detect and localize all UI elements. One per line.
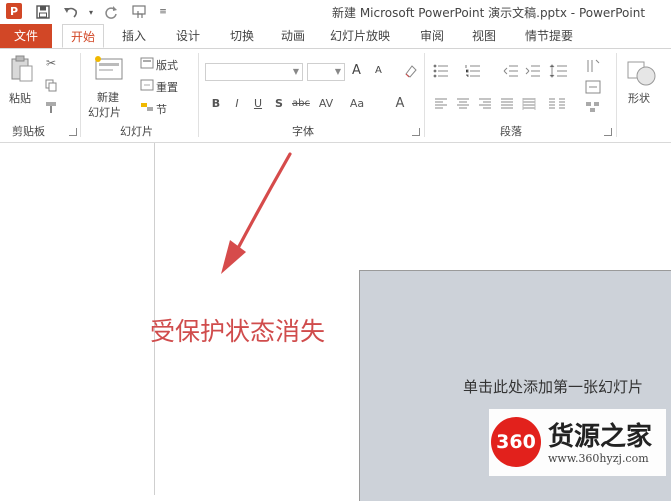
chevron-down-icon: ▼ xyxy=(334,67,341,76)
divider xyxy=(616,53,617,137)
text-direction-icon[interactable] xyxy=(584,57,602,75)
save-icon[interactable] xyxy=(34,3,52,21)
strikethrough-button[interactable]: abc xyxy=(290,96,312,112)
smartart-icon[interactable] xyxy=(584,99,602,115)
divider xyxy=(424,53,425,137)
bullets-icon[interactable] xyxy=(432,63,454,79)
slide-thumbnail-pane[interactable] xyxy=(0,143,155,495)
distributed-icon[interactable] xyxy=(520,96,538,112)
font-size-combo[interactable]: ▼ xyxy=(307,63,345,81)
tab-animations[interactable]: 动画 xyxy=(274,24,312,48)
bold-button[interactable]: B xyxy=(208,96,224,112)
align-left-icon[interactable] xyxy=(432,96,450,112)
tab-design[interactable]: 设计 xyxy=(166,24,210,48)
divider xyxy=(198,53,199,137)
font-color-button[interactable]: A xyxy=(392,96,408,112)
reset-button[interactable]: 重置 xyxy=(156,79,178,95)
redo-icon[interactable] xyxy=(102,3,120,21)
numbering-icon[interactable] xyxy=(464,63,486,79)
watermark-site-name: 货源之家 xyxy=(548,422,653,452)
customize-quick-access-icon[interactable]: ≡ xyxy=(154,3,172,21)
add-first-slide-prompt[interactable]: 单击此处添加第一张幻灯片 xyxy=(463,376,643,397)
justify-icon[interactable] xyxy=(498,96,516,112)
align-right-icon[interactable] xyxy=(476,96,494,112)
paste-icon[interactable] xyxy=(8,55,36,83)
change-case-button[interactable]: Aa xyxy=(346,96,368,112)
new-slide-dropdown-label[interactable]: 幻灯片 xyxy=(88,104,121,120)
touch-mode-icon[interactable] xyxy=(130,3,148,21)
watermark-url: www.360hyzj.com xyxy=(548,452,649,465)
tab-transitions[interactable]: 切换 xyxy=(220,24,264,48)
divider xyxy=(80,53,81,137)
tab-slideshow[interactable]: 幻灯片放映 xyxy=(322,24,398,48)
section-button[interactable]: 节 xyxy=(156,101,167,117)
title-bar: P ▾ ≡ 新建 Microsoft PowerPoint 演示文稿.pptx … xyxy=(0,0,671,24)
tab-review[interactable]: 审阅 xyxy=(410,24,454,48)
line-spacing-icon[interactable] xyxy=(548,63,570,79)
new-slide-label[interactable]: 新建 xyxy=(97,89,119,105)
layout-icon[interactable] xyxy=(140,57,154,69)
copy-icon[interactable] xyxy=(43,77,59,93)
annotation-arrow xyxy=(221,152,292,274)
clipboard-launcher-icon[interactable] xyxy=(69,128,77,136)
tab-home[interactable]: 开始 xyxy=(62,24,104,48)
font-launcher-icon[interactable] xyxy=(412,128,420,136)
paragraph-launcher-icon[interactable] xyxy=(604,128,612,136)
reset-icon[interactable] xyxy=(140,79,154,91)
undo-icon[interactable] xyxy=(62,3,80,21)
shapes-icon[interactable] xyxy=(624,55,658,89)
align-text-icon[interactable] xyxy=(584,79,602,95)
site-watermark: 360 货源之家 www.360hyzj.com xyxy=(489,409,666,476)
group-font-label: 字体 xyxy=(292,125,314,138)
format-painter-icon[interactable] xyxy=(43,99,59,115)
window-title: 新建 Microsoft PowerPoint 演示文稿.pptx - Powe… xyxy=(332,6,646,20)
tab-storyboard[interactable]: 情节提要 xyxy=(516,24,582,48)
tab-view[interactable]: 视图 xyxy=(462,24,506,48)
undo-dropdown-icon[interactable]: ▾ xyxy=(82,3,100,21)
grow-font-button[interactable]: A xyxy=(352,63,361,78)
group-paragraph-label: 段落 xyxy=(500,125,522,138)
group-clipboard-label: 剪贴板 xyxy=(12,125,45,138)
underline-button[interactable]: U xyxy=(250,96,266,112)
chevron-down-icon: ▼ xyxy=(292,67,299,76)
watermark-logo-icon: 360 xyxy=(491,417,541,467)
layout-button[interactable]: 版式 xyxy=(156,57,178,73)
clear-formatting-icon[interactable] xyxy=(402,63,418,79)
ribbon-home: 粘贴 ✂ 剪贴板 新建 幻灯片 版式 重置 节 幻灯片 ▼ ▼ A A B I … xyxy=(0,49,671,143)
shrink-font-button[interactable]: A xyxy=(375,65,382,76)
font-name-combo[interactable]: ▼ xyxy=(205,63,303,81)
italic-button[interactable]: I xyxy=(229,96,245,112)
character-spacing-button[interactable]: AV xyxy=(315,96,337,112)
increase-indent-icon[interactable] xyxy=(524,63,542,79)
paste-button[interactable]: 粘贴 xyxy=(9,90,31,106)
powerpoint-logo-icon: P xyxy=(6,3,22,19)
columns-icon[interactable] xyxy=(546,96,568,112)
group-slides-label: 幻灯片 xyxy=(120,125,153,138)
new-slide-icon[interactable] xyxy=(93,53,125,83)
annotation-text: 受保护状态消失 xyxy=(150,317,326,346)
ribbon-tabs: 文件 开始 插入 设计 切换 动画 幻灯片放映 审阅 视图 情节提要 xyxy=(0,24,671,49)
shapes-button[interactable]: 形状 xyxy=(628,90,650,106)
section-icon[interactable] xyxy=(140,101,154,113)
align-center-icon[interactable] xyxy=(454,96,472,112)
text-shadow-button[interactable]: S xyxy=(271,96,287,112)
tab-insert[interactable]: 插入 xyxy=(114,24,154,48)
decrease-indent-icon[interactable] xyxy=(502,63,520,79)
tab-file[interactable]: 文件 xyxy=(0,24,52,48)
cut-icon[interactable]: ✂ xyxy=(43,55,59,71)
